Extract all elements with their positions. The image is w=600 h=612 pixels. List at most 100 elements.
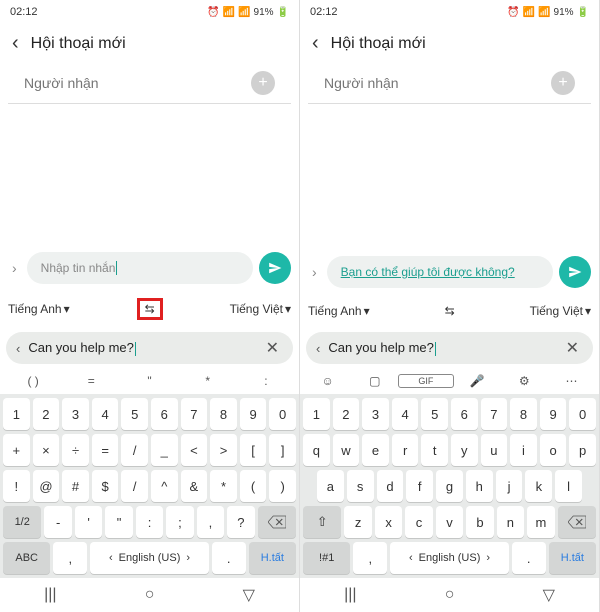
key[interactable]: + [3, 434, 30, 466]
expand-icon[interactable]: › [8, 260, 21, 276]
key[interactable]: [ [240, 434, 267, 466]
message-input[interactable]: Nhập tin nhắn [27, 252, 253, 284]
key[interactable]: l [555, 470, 582, 502]
key[interactable]: : [136, 506, 163, 538]
lang-from[interactable]: Tiếng Anh ▾ [308, 304, 370, 318]
home-button[interactable]: ○ [445, 586, 455, 604]
key[interactable]: = [92, 434, 119, 466]
key[interactable]: _ [151, 434, 178, 466]
key[interactable]: 9 [240, 398, 267, 430]
key[interactable]: 3 [62, 398, 89, 430]
back-button[interactable]: ▽ [243, 585, 255, 605]
add-recipient-button[interactable]: + [251, 71, 275, 95]
key[interactable]: 7 [181, 398, 208, 430]
key[interactable]: x [375, 506, 402, 538]
key[interactable]: # [62, 470, 89, 502]
key[interactable]: 5 [421, 398, 448, 430]
key[interactable]: ; [166, 506, 193, 538]
key[interactable]: 2 [333, 398, 360, 430]
key[interactable]: i [510, 434, 537, 466]
recent-apps-button[interactable]: ||| [344, 586, 356, 604]
key[interactable]: 4 [92, 398, 119, 430]
key[interactable]: 8 [510, 398, 537, 430]
key[interactable]: c [405, 506, 432, 538]
key[interactable]: 1 [303, 398, 330, 430]
send-button[interactable] [559, 256, 591, 288]
key[interactable]: - [44, 506, 71, 538]
key[interactable]: p [569, 434, 596, 466]
key[interactable]: m [527, 506, 554, 538]
key[interactable]: $ [92, 470, 119, 502]
spacebar-key[interactable]: ‹English (US)› [390, 542, 509, 574]
key[interactable]: 9 [540, 398, 567, 430]
tool-item[interactable]: = [62, 374, 120, 388]
key[interactable]: " [105, 506, 132, 538]
back-icon[interactable]: ‹ [12, 32, 19, 55]
key-abc[interactable]: ABC [3, 542, 50, 574]
send-button[interactable] [259, 252, 291, 284]
key[interactable]: , [197, 506, 224, 538]
key[interactable]: / [121, 470, 148, 502]
message-input[interactable]: Bạn có thể giúp tôi được không? [327, 256, 553, 288]
key[interactable]: q [303, 434, 330, 466]
key[interactable]: ] [269, 434, 296, 466]
gif-icon[interactable]: GIF [398, 374, 453, 388]
key[interactable]: & [181, 470, 208, 502]
key[interactable]: d [377, 470, 404, 502]
key[interactable]: j [496, 470, 523, 502]
key[interactable]: y [451, 434, 478, 466]
more-icon[interactable]: ⋯ [548, 374, 595, 388]
expand-icon[interactable]: › [308, 264, 321, 280]
key[interactable]: < [181, 434, 208, 466]
backspace-key[interactable] [558, 506, 596, 538]
key-comma[interactable]: , [53, 542, 87, 574]
key[interactable]: 8 [210, 398, 237, 430]
key[interactable]: r [392, 434, 419, 466]
key[interactable]: 4 [392, 398, 419, 430]
tool-item[interactable]: * [179, 374, 237, 388]
key[interactable]: 3 [362, 398, 389, 430]
lang-from[interactable]: Tiếng Anh ▾ [8, 302, 70, 316]
key-period[interactable]: . [212, 542, 246, 574]
key[interactable]: 7 [481, 398, 508, 430]
back-button[interactable]: ▽ [543, 585, 555, 605]
lang-to[interactable]: Tiếng Việt ▾ [230, 302, 291, 316]
key[interactable]: o [540, 434, 567, 466]
key[interactable]: > [210, 434, 237, 466]
clear-icon[interactable]: ✕ [262, 338, 283, 358]
key-period[interactable]: . [512, 542, 546, 574]
shift-key[interactable]: ⇧ [303, 506, 341, 538]
tool-item[interactable]: : [237, 374, 295, 388]
done-key[interactable]: H.tất [249, 542, 296, 574]
key[interactable]: 2 [33, 398, 60, 430]
voice-icon[interactable]: 🎤 [454, 374, 501, 388]
done-key[interactable]: H.tất [549, 542, 596, 574]
key[interactable]: k [525, 470, 552, 502]
key[interactable]: w [333, 434, 360, 466]
key[interactable]: e [362, 434, 389, 466]
key[interactable]: ( [240, 470, 267, 502]
key[interactable]: ! [3, 470, 30, 502]
key-page[interactable]: 1/2 [3, 506, 41, 538]
key[interactable]: b [466, 506, 493, 538]
key[interactable]: @ [33, 470, 60, 502]
key[interactable]: ) [269, 470, 296, 502]
chevron-left-icon[interactable]: ‹ [16, 341, 20, 356]
sticker-icon[interactable]: ▢ [351, 374, 398, 388]
key[interactable]: * [210, 470, 237, 502]
translate-field[interactable]: ‹ Can you help me? ✕ [306, 332, 593, 364]
tool-item[interactable]: " [120, 374, 178, 388]
key[interactable]: 0 [569, 398, 596, 430]
key[interactable]: z [344, 506, 371, 538]
recent-apps-button[interactable]: ||| [44, 586, 56, 604]
key[interactable]: × [33, 434, 60, 466]
add-recipient-button[interactable]: + [551, 71, 575, 95]
settings-icon[interactable]: ⚙ [501, 374, 548, 388]
key[interactable]: ? [227, 506, 254, 538]
key-comma[interactable]: , [353, 542, 387, 574]
key[interactable]: n [497, 506, 524, 538]
spacebar-key[interactable]: ‹English (US)› [90, 542, 209, 574]
key-symbols[interactable]: !#1 [303, 542, 350, 574]
key[interactable]: g [436, 470, 463, 502]
clear-icon[interactable]: ✕ [562, 338, 583, 358]
